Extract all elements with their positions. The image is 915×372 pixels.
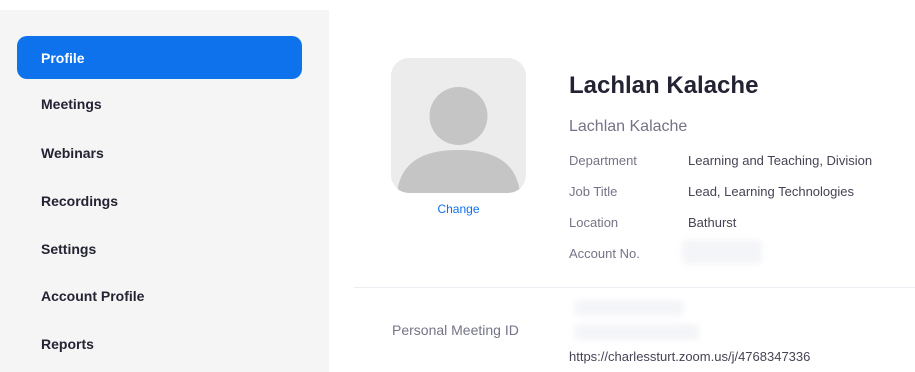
sidebar-item-label: Profile [41,49,85,66]
sidebar-item-webinars[interactable]: Webinars [17,131,302,174]
sidebar-item-profile[interactable]: Profile [17,36,302,79]
change-avatar-link[interactable]: Change [391,202,526,216]
account-number-redacted [682,240,762,264]
profile-full-name: Lachlan Kalache [569,72,759,99]
sidebar-item-settings[interactable]: Settings [17,227,302,270]
personal-meeting-url[interactable]: https://charlessturt.zoom.us/j/476834733… [569,349,810,364]
pmi-redacted-line-1 [574,300,684,316]
sidebar-item-recordings[interactable]: Recordings [17,179,302,222]
profile-display-name: Lachlan Kalache [569,118,688,135]
sidebar-item-label: Settings [41,240,97,257]
department-value: Learning and Teaching, Division [688,153,873,168]
pmi-redacted-line-2 [574,324,699,340]
location-label: Location [569,215,619,230]
sidebar-item-reports[interactable]: Reports [17,322,302,365]
sidebar-item-label: Webinars [41,144,104,161]
user-silhouette-icon [397,87,520,193]
avatar[interactable] [391,58,526,193]
department-label: Department [569,153,637,168]
sidebar-item-label: Reports [41,335,94,352]
section-divider [354,287,915,288]
sidebar-item-meetings[interactable]: Meetings [17,82,302,125]
sidebar: Profile Meetings Webinars Recordings Set… [0,10,329,372]
location-value: Bathurst [688,215,737,230]
job-title-label: Job Title [569,184,618,199]
sidebar-item-label: Account Profile [41,287,145,304]
account-number-label: Account No. [569,246,640,261]
job-title-value: Lead, Learning Technologies [688,184,855,199]
sidebar-item-label: Meetings [41,95,102,112]
personal-meeting-id-label: Personal Meeting ID [392,322,519,338]
sidebar-item-label: Recordings [41,192,119,209]
sidebar-item-account-profile[interactable]: Account Profile [17,274,302,317]
